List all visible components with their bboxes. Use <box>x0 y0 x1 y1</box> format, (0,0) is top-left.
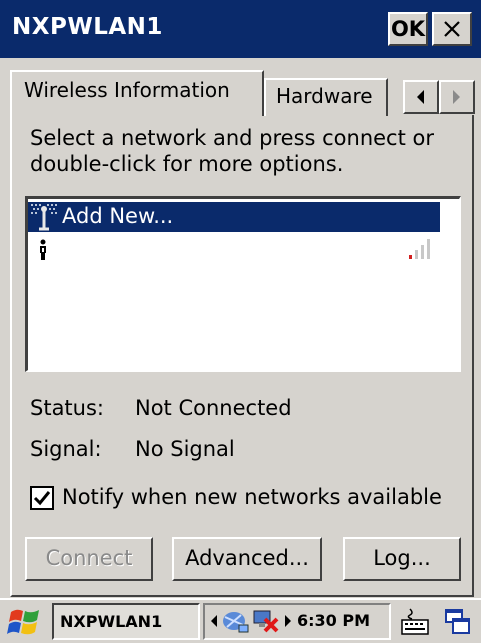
keyboard-button[interactable] <box>396 604 434 640</box>
taskbar-task-nxpwlan1[interactable]: NXPWLAN1 <box>52 603 200 640</box>
close-button[interactable] <box>432 12 472 46</box>
advanced-button[interactable]: Advanced... <box>172 537 322 581</box>
title-bar: NXPWLAN1 OK <box>0 0 481 58</box>
disconnected-icon[interactable] <box>251 607 281 635</box>
connect-button[interactable]: Connect <box>25 537 153 581</box>
list-item-label: Add New... <box>62 204 174 228</box>
tab-scroll-right-button[interactable] <box>439 80 475 114</box>
network-icon[interactable] <box>219 607 249 635</box>
notify-label[interactable]: Notify when new networks available <box>62 485 442 509</box>
list-item-network[interactable] <box>28 235 440 265</box>
checkmark-icon <box>33 491 51 506</box>
network-list[interactable]: Add New... <box>25 196 461 372</box>
instructions-text: Select a network and press connect or do… <box>30 126 434 176</box>
system-tray: 6:30 PM <box>203 603 391 640</box>
antenna-icon <box>30 203 58 231</box>
list-item-add-new[interactable]: Add New... <box>28 202 440 232</box>
arrow-right-icon <box>453 90 460 104</box>
tab-strip: Hardware Wireless Information <box>0 58 481 116</box>
desktop-button[interactable] <box>439 604 477 640</box>
status-value: Not Connected <box>135 396 292 420</box>
tray-left-arrow-icon[interactable] <box>209 614 219 628</box>
keyboard-icon <box>401 608 429 635</box>
signal-value: No Signal <box>135 437 235 461</box>
desktop-icon <box>445 609 470 634</box>
tab-hardware[interactable]: Hardware <box>264 78 388 116</box>
window-title: NXPWLAN1 <box>12 14 163 40</box>
status-label: Status: <box>30 396 104 420</box>
close-icon <box>444 21 460 37</box>
tray-right-arrow-icon[interactable] <box>283 614 293 628</box>
log-button[interactable]: Log... <box>343 537 461 581</box>
ok-button[interactable]: OK <box>388 12 428 46</box>
tab-wireless-information[interactable]: Wireless Information <box>10 70 264 116</box>
clock[interactable]: 6:30 PM <box>297 611 370 630</box>
windows-flag-icon <box>7 609 39 635</box>
arrow-left-icon <box>417 90 424 104</box>
tab-scroll-left-button[interactable] <box>403 80 439 114</box>
signal-strength-icon <box>409 239 430 259</box>
notify-checkbox[interactable] <box>30 486 54 510</box>
start-button[interactable] <box>4 604 46 640</box>
signal-label: Signal: <box>30 437 102 461</box>
taskbar: NXPWLAN1 6:30 PM <box>0 598 481 643</box>
network-person-icon <box>40 239 46 260</box>
